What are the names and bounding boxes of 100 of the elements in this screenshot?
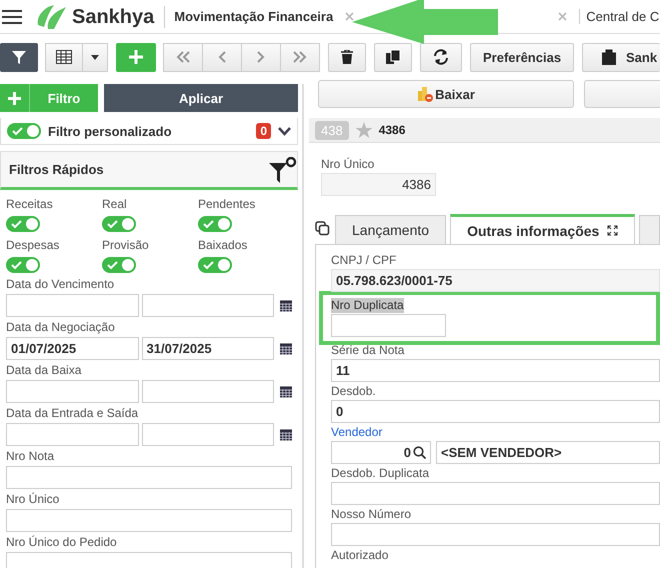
toggle-switch[interactable] (198, 216, 232, 232)
text-field[interactable]: 0 (331, 400, 660, 423)
calendar-icon[interactable] (280, 385, 292, 398)
bag-icon (602, 49, 616, 65)
close-icon[interactable] (345, 12, 354, 21)
settle-button[interactable]: Baixar (318, 80, 574, 108)
field-label: Nro Único (6, 492, 60, 507)
date-field[interactable] (6, 380, 139, 403)
calendar-icon[interactable] (280, 342, 292, 355)
action-button[interactable] (584, 80, 660, 108)
text-field[interactable] (6, 509, 292, 532)
filter-button[interactable] (0, 42, 38, 72)
check-icon (203, 260, 214, 270)
field-link[interactable]: Vendedor (331, 425, 660, 440)
toggle-switch[interactable] (7, 123, 41, 139)
read-only-field: 05.798.623/0001-75 (331, 269, 660, 292)
field-label: Nro Nota (6, 449, 56, 464)
refresh-button[interactable] (420, 42, 462, 72)
delete-button[interactable] (328, 42, 366, 72)
close-icon[interactable] (558, 12, 568, 21)
field-label: CNPJ / CPF (331, 253, 398, 268)
field-label: Autorizado (331, 548, 390, 563)
name-field: <SEM VENDEDOR> (436, 441, 660, 464)
double-left-icon (176, 51, 190, 63)
toggle-switch[interactable] (198, 257, 232, 273)
copy-icon (386, 50, 400, 64)
plus-icon (8, 92, 21, 104)
field-label: Nro Duplicata (331, 298, 404, 313)
field-label: Nosso Número (331, 507, 412, 522)
id-field: 4386 (321, 173, 436, 196)
plus-icon (129, 50, 143, 64)
preferences-button[interactable]: Preferências (470, 42, 574, 72)
check-icon (203, 220, 214, 228)
window-tab[interactable]: Movimentação Financeira (165, 9, 346, 24)
toggle-switch[interactable] (102, 216, 136, 232)
toggle-label: Real (102, 197, 127, 212)
date-field[interactable] (142, 380, 274, 403)
toggle-switch[interactable] (102, 257, 136, 273)
previous-button[interactable] (202, 42, 242, 72)
text-field[interactable] (331, 482, 660, 505)
field-label: Data da Negociação (6, 320, 116, 335)
text-field[interactable] (331, 314, 446, 337)
text-field[interactable] (6, 466, 292, 489)
form-tab[interactable]: Lançamento (335, 215, 446, 244)
copy-icon[interactable] (315, 221, 330, 236)
expand-icon[interactable] (607, 225, 618, 236)
field-label: Nro Único do Pedido (6, 535, 118, 550)
star-icon[interactable] (354, 122, 373, 138)
brand-name: Sankhya (72, 6, 166, 28)
quick-filters-title: Filtros Rápidos (9, 162, 104, 177)
date-field[interactable] (142, 294, 274, 317)
filter-settings-icon[interactable] (269, 156, 297, 182)
toolbar-button[interactable]: Sank (582, 42, 660, 72)
add-button[interactable] (116, 42, 156, 72)
window-tab[interactable]: Central de C (579, 9, 660, 24)
calendar-icon[interactable] (280, 299, 292, 312)
toggle-label: Baixados (198, 238, 248, 253)
date-field[interactable] (142, 423, 274, 446)
first-button[interactable] (163, 42, 203, 72)
form-tab[interactable] (639, 215, 660, 244)
code-field[interactable]: 0 (331, 441, 431, 464)
toggle-switch[interactable] (6, 257, 40, 273)
field-label: Desdob. Duplicata (331, 466, 430, 481)
text-field[interactable]: 11 (331, 359, 660, 382)
toggle-label: Despesas (6, 238, 60, 253)
trash-icon (341, 50, 353, 64)
text-field[interactable] (331, 523, 660, 546)
double-right-icon (293, 51, 307, 63)
right-chevron-icon (257, 51, 265, 63)
date-field[interactable]: 01/07/2025 (6, 337, 139, 360)
date-field[interactable]: 31/07/2025 (142, 337, 274, 360)
date-field[interactable] (6, 423, 139, 446)
menu-icon[interactable] (2, 8, 22, 24)
search-icon[interactable] (413, 446, 426, 459)
chevron-down-icon[interactable] (278, 126, 291, 136)
check-icon (11, 220, 22, 228)
next-button[interactable] (241, 42, 281, 72)
date-field[interactable] (6, 294, 139, 317)
filter-icon (12, 50, 26, 64)
calendar-icon[interactable] (280, 428, 292, 441)
field-label: Desdob. (331, 384, 377, 399)
dropdown-button[interactable] (82, 42, 108, 72)
copy-button[interactable] (374, 42, 412, 72)
filter-count: 0 (256, 123, 271, 139)
toggle-label: Provisão (102, 238, 149, 253)
custom-filter-label: Filtro personalizado (48, 124, 173, 138)
toggle-label: Receitas (6, 197, 53, 212)
field-label: Data do Vencimento (6, 277, 116, 292)
last-button[interactable] (280, 42, 320, 72)
check-icon (11, 260, 22, 270)
caret-icon (91, 54, 99, 60)
grid-view-button[interactable] (45, 42, 83, 72)
coins-icon (417, 86, 434, 102)
left-chevron-icon (218, 51, 226, 63)
toggle-switch[interactable] (6, 216, 40, 232)
apply-button[interactable]: Aplicar (104, 84, 298, 112)
form-tab[interactable]: Outras informações (450, 214, 636, 244)
check-icon (107, 260, 118, 270)
field-label: Nro Único (321, 157, 374, 171)
check-icon (12, 126, 23, 136)
